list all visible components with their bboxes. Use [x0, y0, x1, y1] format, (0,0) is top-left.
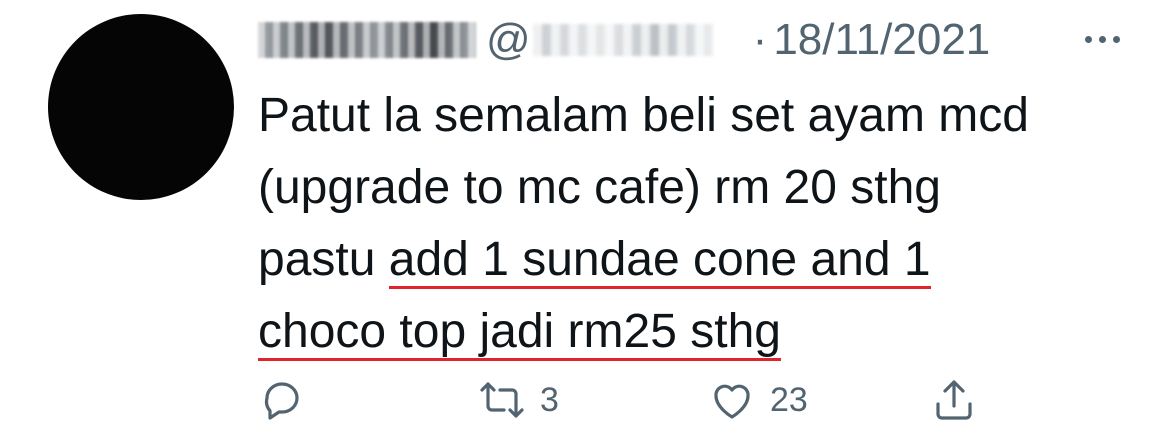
like-count: 23 — [770, 380, 808, 419]
display-name-blurred[interactable] — [258, 22, 476, 58]
underlined-text: add 1 sundae cone and 1 — [388, 233, 931, 289]
separator-dot: · — [752, 15, 768, 64]
share-button[interactable] — [930, 376, 992, 424]
tweet-date[interactable]: 18/11/2021 — [773, 15, 990, 65]
tweet-text-plain: pastu — [258, 233, 389, 286]
retweet-button[interactable]: 3 — [478, 376, 559, 424]
handle-prefix[interactable]: @ — [486, 15, 531, 65]
reply-icon — [264, 382, 299, 420]
like-button[interactable]: 23 — [708, 376, 808, 424]
tweet-line: (upgrade to mc cafe) rm 20 sthg — [258, 161, 941, 214]
action-bar: 3 23 — [0, 370, 1170, 434]
tweet-line: choco top jadi rm25 sthg — [258, 296, 1158, 368]
reply-button[interactable] — [258, 376, 320, 424]
avatar[interactable] — [48, 14, 234, 200]
handle-blurred[interactable] — [532, 24, 713, 56]
tweet-line: pastu add 1 sundae cone and 1 — [258, 224, 1158, 296]
like-icon — [714, 384, 750, 419]
underlined-text: choco top jadi rm25 sthg — [258, 305, 781, 361]
tweet-text: Patut la semalam beli set ayam mcd (upgr… — [258, 80, 1158, 368]
more-icon[interactable] — [1085, 36, 1120, 43]
retweet-icon — [480, 382, 524, 418]
retweet-count: 3 — [540, 380, 559, 419]
tweet-header: @ · 18/11/2021 — [258, 10, 1158, 70]
share-icon — [936, 380, 972, 420]
tweet-line: Patut la semalam beli set ayam mcd — [258, 89, 1029, 142]
